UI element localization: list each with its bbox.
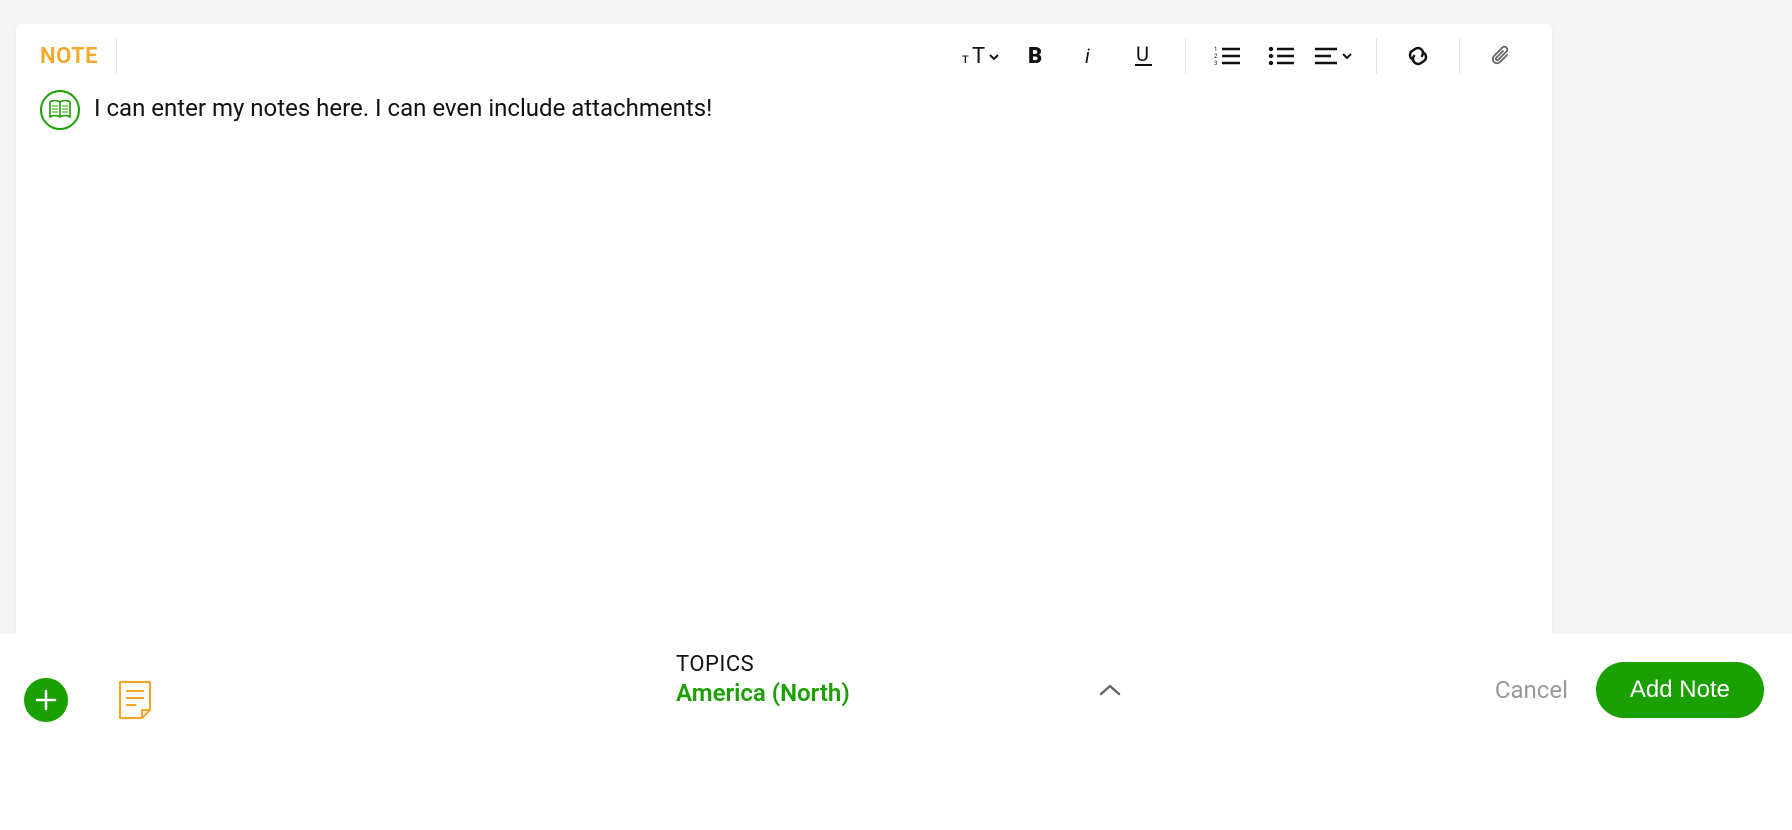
divider: [1459, 38, 1460, 74]
editor-header: NOTE т T B i: [16, 24, 1552, 88]
text-size-button[interactable]: т T: [955, 36, 1009, 76]
italic-icon: i: [1083, 45, 1097, 67]
bulleted-list-icon: [1268, 46, 1294, 66]
numbered-list-icon: 1 2 3: [1214, 46, 1240, 66]
link-button[interactable]: [1391, 36, 1445, 76]
note-content[interactable]: I can enter my notes here. I can even in…: [94, 88, 712, 636]
link-icon: [1405, 45, 1431, 67]
note-page-icon: [116, 680, 154, 720]
add-fab[interactable]: [24, 678, 68, 722]
svg-text:3: 3: [1214, 60, 1217, 66]
plus-icon: [35, 689, 57, 711]
svg-text:U: U: [1136, 44, 1149, 66]
bulleted-list-button[interactable]: [1254, 36, 1308, 76]
text-size-icon: т T: [962, 45, 1002, 67]
footer-actions: Cancel Add Note: [1495, 662, 1764, 718]
divider: [1185, 38, 1186, 74]
paperclip-icon: [1490, 44, 1512, 68]
add-note-button[interactable]: Add Note: [1596, 662, 1764, 718]
footer-bar: TOPICS America (North) Cancel Add Note: [0, 634, 1792, 830]
bold-icon: B: [1026, 45, 1046, 67]
notes-panel-button[interactable]: [116, 680, 154, 724]
divider: [1376, 38, 1377, 74]
note-tab[interactable]: NOTE: [40, 44, 98, 69]
editor-toolbar: т T B i U: [955, 36, 1528, 76]
attachment-button[interactable]: [1474, 36, 1528, 76]
numbered-list-button[interactable]: 1 2 3: [1200, 36, 1254, 76]
note-body[interactable]: I can enter my notes here. I can even in…: [16, 88, 1552, 636]
svg-text:i: i: [1085, 45, 1090, 67]
bold-button[interactable]: B: [1009, 36, 1063, 76]
topics-value[interactable]: America (North): [676, 679, 850, 707]
svg-text:т: т: [962, 51, 969, 67]
svg-text:T: T: [972, 45, 985, 67]
topics-block: TOPICS America (North): [676, 652, 850, 707]
underline-icon: U: [1134, 44, 1154, 68]
svg-text:1: 1: [1214, 46, 1217, 53]
topics-label: TOPICS: [676, 652, 850, 677]
italic-button[interactable]: i: [1063, 36, 1117, 76]
chevron-up-icon: [1098, 683, 1122, 697]
book-icon: [40, 90, 80, 130]
cancel-button[interactable]: Cancel: [1495, 676, 1568, 704]
align-icon: [1315, 46, 1355, 66]
svg-text:B: B: [1028, 45, 1042, 67]
underline-button[interactable]: U: [1117, 36, 1171, 76]
align-button[interactable]: [1308, 36, 1362, 76]
collapse-button[interactable]: [1098, 682, 1122, 701]
divider: [116, 38, 117, 74]
note-editor-card: NOTE т T B i: [16, 24, 1552, 636]
svg-text:2: 2: [1214, 53, 1218, 60]
